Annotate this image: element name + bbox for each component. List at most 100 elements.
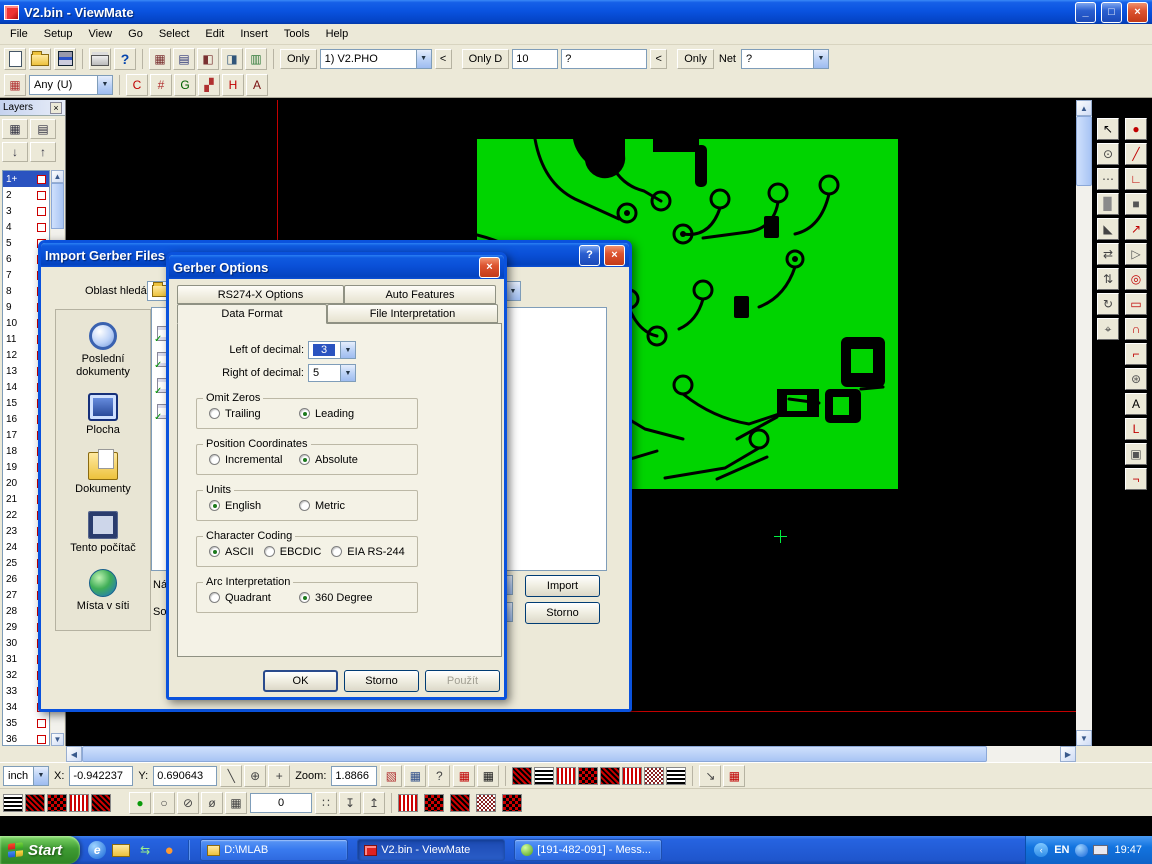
- horizontal-scroll-thumb[interactable]: [82, 746, 987, 762]
- zoom-grid-icon[interactable]: ▦: [404, 765, 426, 787]
- select-box-icon[interactable]: ◨: [221, 48, 243, 70]
- film-pattern-icon[interactable]: [424, 794, 444, 812]
- move-layer-up-icon[interactable]: ↑: [30, 142, 56, 162]
- radio-incremental[interactable]: Incremental: [209, 454, 299, 466]
- move-layer-down-icon[interactable]: ↓: [2, 142, 28, 162]
- menu-item-view[interactable]: View: [80, 26, 120, 42]
- g-code-icon[interactable]: G: [174, 74, 196, 96]
- layer-pattern-icon[interactable]: [91, 794, 111, 812]
- radio-metric[interactable]: Metric: [299, 500, 345, 512]
- film-pattern-icon[interactable]: [476, 794, 496, 812]
- show-all-layers-icon[interactable]: ▦: [2, 119, 28, 139]
- l-shape-icon[interactable]: L: [1125, 418, 1147, 440]
- arc-icon[interactable]: ∩: [1125, 318, 1147, 340]
- polygon-icon[interactable]: ▷: [1125, 243, 1147, 265]
- target-icon[interactable]: ◎: [1125, 268, 1147, 290]
- units-select[interactable]: inch ▼: [3, 766, 49, 786]
- layer-pattern-icon[interactable]: [69, 794, 89, 812]
- tab-auto-features[interactable]: Auto Features: [344, 285, 496, 304]
- tab-file-interpretation[interactable]: File Interpretation: [327, 304, 498, 323]
- grid-red-icon[interactable]: ▦: [453, 765, 475, 787]
- snap-up-icon[interactable]: ↥: [363, 792, 385, 814]
- radio-leading[interactable]: Leading: [299, 408, 354, 420]
- layer-row[interactable]: 35: [3, 715, 49, 731]
- right-of-decimal-select[interactable]: 5 ▼: [308, 364, 356, 382]
- net-select[interactable]: ? ▼: [741, 49, 829, 69]
- pointer-icon[interactable]: ↖: [1097, 118, 1119, 140]
- frame-corners-icon[interactable]: #: [150, 74, 172, 96]
- query-dots-icon[interactable]: ⋯: [1097, 168, 1119, 190]
- messenger-icon[interactable]: [1075, 844, 1088, 857]
- layers-panel-header[interactable]: Layers ×: [0, 100, 65, 116]
- zoom-query-icon[interactable]: ?: [428, 765, 450, 787]
- help-button[interactable]: ?: [579, 245, 600, 266]
- cancel-button[interactable]: Storno: [525, 602, 600, 624]
- only-net-button[interactable]: Only: [677, 49, 714, 69]
- film-box-icon[interactable]: ◧: [197, 48, 219, 70]
- layer-pattern-icon[interactable]: [3, 794, 23, 812]
- scroll-up-icon[interactable]: ▲: [51, 170, 64, 183]
- import-button[interactable]: Import: [525, 575, 600, 597]
- origin-icon[interactable]: ⊕: [244, 765, 266, 787]
- only-layer-button[interactable]: Only: [280, 49, 317, 69]
- layer-table-icon[interactable]: ▤: [30, 119, 56, 139]
- layer-pattern-icon[interactable]: [25, 794, 45, 812]
- overlay-pattern-icon[interactable]: [666, 767, 686, 785]
- rotate-icon[interactable]: ↻: [1097, 293, 1119, 315]
- overlay-pattern-icon[interactable]: [556, 767, 576, 785]
- measure-grid-icon[interactable]: ▥: [245, 48, 267, 70]
- open-file-icon[interactable]: [29, 48, 51, 70]
- pad-pair-icon[interactable]: ▞: [198, 74, 220, 96]
- scroll-down-icon[interactable]: ▼: [1076, 730, 1092, 746]
- rotation-field[interactable]: 0: [250, 793, 312, 813]
- traffic-light-icon[interactable]: ●: [129, 792, 151, 814]
- center-icon[interactable]: ⌖: [1097, 318, 1119, 340]
- trace-icon[interactable]: ╱: [1125, 143, 1147, 165]
- prev-dcode-button[interactable]: <: [650, 49, 667, 69]
- maximize-button[interactable]: □: [1101, 2, 1122, 23]
- close-button[interactable]: ×: [1127, 2, 1148, 23]
- block-icon[interactable]: ▉: [1097, 193, 1119, 215]
- browser-icon[interactable]: ●: [160, 841, 178, 859]
- mirror-vertical-icon[interactable]: ⇅: [1097, 268, 1119, 290]
- h-code-icon[interactable]: H: [222, 74, 244, 96]
- left-of-decimal-select[interactable]: 3 ▼: [308, 341, 356, 359]
- film-pattern-icon[interactable]: [398, 794, 418, 812]
- overlay-pattern-icon[interactable]: [622, 767, 642, 785]
- radio-english[interactable]: English: [209, 500, 299, 512]
- vertical-scroll-thumb[interactable]: [1076, 116, 1092, 186]
- radio-360-degree[interactable]: 360 Degree: [299, 592, 373, 604]
- scroll-up-icon[interactable]: ▲: [1076, 100, 1092, 116]
- cancel-button[interactable]: Storno: [344, 670, 419, 692]
- only-dcode-button[interactable]: Only D: [462, 49, 510, 69]
- layer-row[interactable]: 2: [3, 187, 49, 203]
- layer-row[interactable]: 4: [3, 219, 49, 235]
- scroll-right-icon[interactable]: ▶: [1060, 746, 1076, 762]
- menu-item-insert[interactable]: Insert: [232, 26, 276, 42]
- language-indicator[interactable]: EN: [1054, 844, 1069, 856]
- x-coordinate-field[interactable]: -0.942237: [69, 766, 133, 786]
- dcode-table-icon[interactable]: ▦: [149, 48, 171, 70]
- prev-layer-button[interactable]: <: [435, 49, 452, 69]
- snap-down-icon[interactable]: ↧: [339, 792, 361, 814]
- circle-icon[interactable]: ○: [153, 792, 175, 814]
- corner-icon[interactable]: ⌐: [1125, 343, 1147, 365]
- dcode-field[interactable]: 10: [512, 49, 558, 69]
- film-pattern-icon[interactable]: [450, 794, 470, 812]
- scroll-down-icon[interactable]: ▼: [51, 733, 64, 746]
- grid-red-small-icon[interactable]: ▦: [723, 765, 745, 787]
- measure-angle-icon[interactable]: ◣: [1097, 218, 1119, 240]
- internet-explorer-icon[interactable]: e: [88, 841, 106, 859]
- layers-scroll-thumb[interactable]: [51, 183, 64, 229]
- mirror-horizontal-icon[interactable]: ⇄: [1097, 243, 1119, 265]
- layer-select[interactable]: 1) V2.PHO ▼: [320, 49, 432, 69]
- crosshair-icon[interactable]: +: [268, 765, 290, 787]
- radio-ebcdic[interactable]: EBCDIC: [264, 546, 322, 558]
- dcode-query-field[interactable]: ?: [561, 49, 647, 69]
- apply-button[interactable]: Použít: [425, 670, 500, 692]
- radio-quadrant[interactable]: Quadrant: [209, 592, 299, 604]
- zoom-field[interactable]: 1.8866: [331, 766, 377, 786]
- layer-row[interactable]: 36: [3, 731, 49, 746]
- place-dokumenty[interactable]: Dokumenty: [58, 452, 148, 496]
- box-icon[interactable]: ▣: [1125, 443, 1147, 465]
